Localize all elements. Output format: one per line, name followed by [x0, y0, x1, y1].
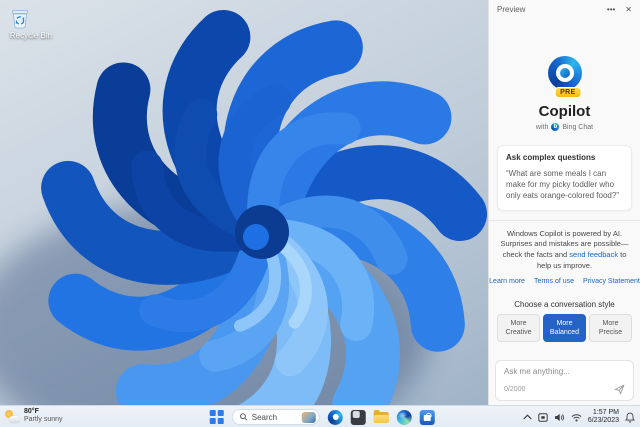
footer-links: Learn more Terms of use Privacy Statemen… — [489, 278, 640, 285]
taskbar-center: Search — [209, 406, 435, 427]
ask-me-anything-input[interactable] — [504, 367, 625, 376]
style-option-line: Creative — [505, 329, 532, 337]
subtitle-prefix: with — [535, 123, 549, 131]
volume-icon[interactable] — [554, 413, 565, 422]
task-view-icon[interactable] — [350, 409, 366, 425]
edge-browser-icon[interactable] — [396, 409, 412, 425]
search-placeholder: Search — [251, 412, 278, 422]
character-counter: 0/2000 — [504, 386, 526, 393]
terms-of-use-link[interactable]: Terms of use — [534, 278, 574, 285]
weather-condition: Partly sunny — [24, 416, 63, 424]
conversation-style-label: Choose a conversation style — [514, 300, 615, 310]
style-more-balanced-button[interactable]: More Balanced — [543, 314, 586, 343]
search-highlight-thumbnail — [301, 411, 316, 423]
ai-disclaimer: Windows Copilot is powered by AI. Surpri… — [499, 229, 630, 273]
search-box[interactable]: Search — [231, 409, 320, 425]
weather-widget[interactable]: 80°F Partly sunny — [5, 408, 63, 424]
copilot-panel: Preview ••• ✕ PRE Copilot with b Bing Ch… — [488, 0, 640, 405]
suggestion-card[interactable]: Ask complex questions “What are some mea… — [497, 145, 632, 211]
search-icon — [240, 413, 248, 421]
taskbar: 80°F Partly sunny Search 1:57 PM 6/23/20… — [0, 405, 640, 427]
tray-hidden-app-icon[interactable] — [538, 412, 548, 422]
conversation-style-options: More Creative More Balanced More Precise — [497, 314, 632, 343]
copilot-brand: PRE Copilot with b Bing Chat — [489, 56, 640, 131]
tray-chevron-up-icon[interactable] — [523, 414, 532, 420]
recycle-bin-desktop-icon[interactable]: Recycle Bin — [8, 6, 54, 40]
style-option-line: More — [556, 320, 573, 328]
panel-header: Preview ••• ✕ — [489, 0, 640, 16]
partly-sunny-icon — [5, 409, 20, 423]
style-option-line: Precise — [598, 329, 623, 337]
style-more-precise-button[interactable]: More Precise — [589, 314, 632, 343]
file-explorer-icon[interactable] — [373, 410, 389, 425]
system-tray: 1:57 PM 6/23/2023 — [523, 406, 635, 427]
microsoft-store-icon[interactable] — [419, 409, 435, 425]
preview-badge: PRE — [554, 87, 582, 98]
suggestion-title: Ask complex questions — [506, 153, 596, 162]
weather-temp: 80°F — [24, 408, 39, 415]
style-more-creative-button[interactable]: More Creative — [497, 314, 540, 343]
start-button[interactable] — [209, 410, 224, 424]
chat-input-box: 0/2000 — [495, 360, 634, 401]
screen: Recycle Bin Preview ••• ✕ PRE Copilot wi… — [0, 0, 640, 427]
recycle-bin-icon — [12, 10, 28, 29]
style-option-line: More — [602, 320, 619, 328]
panel-title: Preview — [497, 5, 526, 14]
suggestion-body: “What are some meals I can make for my p… — [506, 169, 619, 201]
clock[interactable]: 1:57 PM 6/23/2023 — [588, 409, 619, 426]
learn-more-link[interactable]: Learn more — [489, 278, 525, 285]
send-feedback-link[interactable]: send feedback — [569, 250, 618, 259]
close-icon[interactable]: ✕ — [625, 5, 632, 14]
divider — [489, 219, 640, 221]
copilot-logo-icon — [547, 56, 582, 90]
network-icon[interactable] — [571, 413, 582, 422]
copilot-taskbar-icon[interactable] — [327, 409, 343, 425]
bing-icon: b — [551, 123, 560, 131]
subtitle-brand: Bing Chat — [562, 123, 594, 131]
recycle-bin-label: Recycle Bin — [9, 31, 53, 40]
more-options-icon[interactable]: ••• — [607, 5, 615, 14]
tray-date: 6/23/2023 — [587, 417, 619, 424]
notification-bell-icon[interactable] — [625, 412, 635, 423]
send-icon[interactable] — [614, 384, 625, 395]
style-option-line: More — [510, 320, 527, 328]
style-option-line: Balanced — [549, 329, 580, 337]
copilot-title: Copilot — [538, 103, 591, 120]
privacy-statement-link[interactable]: Privacy Statement — [583, 278, 640, 285]
copilot-subtitle: with b Bing Chat — [536, 123, 593, 131]
tray-time: 1:57 PM — [592, 408, 619, 416]
